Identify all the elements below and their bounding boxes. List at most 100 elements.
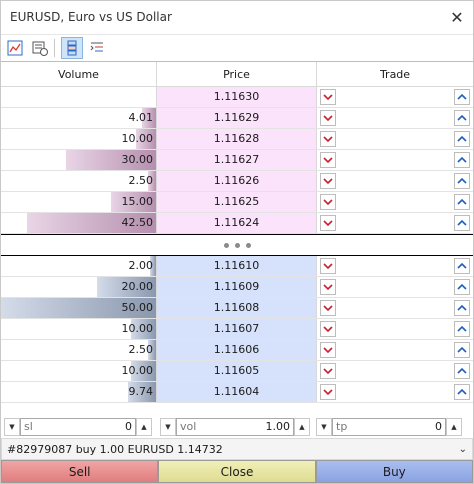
ask-row: 10.00 1.11628 xyxy=(1,129,473,150)
window-title: EURUSD, Euro vs US Dollar xyxy=(10,10,172,24)
volume-value: 10.00 xyxy=(121,364,154,377)
buy-at-price-button[interactable] xyxy=(454,194,470,210)
buy-at-price-button[interactable] xyxy=(454,152,470,168)
volume-value: 10.00 xyxy=(121,322,154,335)
volume-value: 9.74 xyxy=(128,385,154,398)
volume-cell: 9.74 xyxy=(1,382,157,402)
chevron-down-icon[interactable]: ⌄ xyxy=(459,444,467,455)
buy-at-price-button[interactable] xyxy=(454,258,470,274)
spread-dot xyxy=(234,242,240,248)
chevron-down-icon xyxy=(323,178,333,185)
volume-cell: 10.00 xyxy=(1,361,157,381)
bid-row: 10.00 1.11605 xyxy=(1,361,473,382)
volume-value: 2.50 xyxy=(128,343,154,356)
order-book-header: Volume Price Trade xyxy=(1,62,473,87)
bid-row: 2.50 1.11606 xyxy=(1,340,473,361)
buy-at-price-button[interactable] xyxy=(454,131,470,147)
buy-at-price-button[interactable] xyxy=(454,173,470,189)
volume-cell: 15.00 xyxy=(1,192,157,212)
history-icon[interactable] xyxy=(29,37,51,59)
trade-cell xyxy=(317,171,473,191)
chart-icon[interactable] xyxy=(4,37,26,59)
volume-cell: 4.01 xyxy=(1,108,157,128)
bid-row: 2.00 1.11610 xyxy=(1,256,473,277)
volume-cell: 10.00 xyxy=(1,319,157,339)
tp-decrease-button[interactable]: ▼ xyxy=(316,418,332,436)
close-icon[interactable]: ✕ xyxy=(441,1,473,33)
sell-at-price-button[interactable] xyxy=(320,194,336,210)
sell-at-price-button[interactable] xyxy=(320,363,336,379)
chevron-up-icon xyxy=(457,135,467,142)
chevron-down-icon xyxy=(323,136,333,143)
sell-at-price-button[interactable] xyxy=(320,258,336,274)
ask-row: 2.50 1.11626 xyxy=(1,171,473,192)
sell-at-price-button[interactable] xyxy=(320,173,336,189)
buy-at-price-button[interactable] xyxy=(454,342,470,358)
price-cell: 1.11606 xyxy=(157,340,317,360)
chevron-up-icon xyxy=(457,114,467,121)
trade-cell xyxy=(317,129,473,149)
buy-at-price-button[interactable] xyxy=(454,321,470,337)
chevron-up-icon xyxy=(457,367,467,374)
price-cell: 1.11627 xyxy=(157,150,317,170)
buy-at-price-button[interactable] xyxy=(454,384,470,400)
bid-row: 10.00 1.11607 xyxy=(1,319,473,340)
sl-input[interactable]: sl 0 xyxy=(20,418,136,436)
volume-value: 2.50 xyxy=(128,174,154,187)
order-select[interactable]: #82979087 buy 1.00 EURUSD 1.14732 ⌄ xyxy=(1,438,473,460)
chevron-down-icon xyxy=(323,263,333,270)
volume-value: 10.00 xyxy=(121,132,154,145)
tp-value: 0 xyxy=(435,420,442,433)
tp-input[interactable]: tp 0 xyxy=(332,418,446,436)
order-controls: ▼ sl 0 ▲ ▼ vol 1.00 ▲ ▼ tp 0 ▲ xyxy=(1,417,473,437)
chevron-down-icon xyxy=(323,368,333,375)
tp-increase-button[interactable]: ▲ xyxy=(446,418,462,436)
chevron-down-icon xyxy=(323,220,333,227)
sell-at-price-button[interactable] xyxy=(320,215,336,231)
sell-at-price-button[interactable] xyxy=(320,321,336,337)
sell-button[interactable]: Sell xyxy=(1,460,159,483)
chevron-down-icon xyxy=(323,326,333,333)
buy-at-price-button[interactable] xyxy=(454,110,470,126)
chevron-down-icon xyxy=(323,347,333,354)
sl-increase-button[interactable]: ▲ xyxy=(136,418,152,436)
buy-at-price-button[interactable] xyxy=(454,279,470,295)
volume-value: 42.50 xyxy=(121,216,154,229)
price-cell: 1.11608 xyxy=(157,298,317,318)
chevron-up-icon xyxy=(457,93,467,100)
vol-decrease-button[interactable]: ▼ xyxy=(160,418,176,436)
sell-at-price-button[interactable] xyxy=(320,279,336,295)
chevron-up-icon xyxy=(457,283,467,290)
price-cell: 1.11605 xyxy=(157,361,317,381)
chevron-up-icon xyxy=(457,219,467,226)
price-cell: 1.11624 xyxy=(157,213,317,233)
buy-at-price-button[interactable] xyxy=(454,300,470,316)
buy-at-price-button[interactable] xyxy=(454,363,470,379)
price-cell: 1.11629 xyxy=(157,108,317,128)
volume-header: Volume xyxy=(1,62,157,86)
sell-at-price-button[interactable] xyxy=(320,131,336,147)
bid-row: 9.74 1.11604 xyxy=(1,382,473,403)
sell-at-price-button[interactable] xyxy=(320,384,336,400)
settings-list-icon[interactable] xyxy=(86,37,108,59)
sell-at-price-button[interactable] xyxy=(320,152,336,168)
trade-cell xyxy=(317,213,473,233)
sl-decrease-button[interactable]: ▼ xyxy=(4,418,20,436)
sl-placeholder: sl xyxy=(24,420,33,433)
sell-at-price-button[interactable] xyxy=(320,342,336,358)
buy-button[interactable]: Buy xyxy=(315,460,473,483)
sell-at-price-button[interactable] xyxy=(320,300,336,316)
sell-at-price-button[interactable] xyxy=(320,89,336,105)
trade-cell xyxy=(317,298,473,318)
depth-icon[interactable] xyxy=(61,36,83,59)
chevron-up-icon xyxy=(457,346,467,353)
order-select-value: #82979087 buy 1.00 EURUSD 1.14732 xyxy=(7,442,223,456)
close-button[interactable]: Close xyxy=(158,460,316,483)
chevron-down-icon xyxy=(323,94,333,101)
buy-at-price-button[interactable] xyxy=(454,89,470,105)
buy-at-price-button[interactable] xyxy=(454,215,470,231)
vol-input[interactable]: vol 1.00 xyxy=(176,418,294,436)
price-cell: 1.11609 xyxy=(157,277,317,297)
vol-increase-button[interactable]: ▲ xyxy=(294,418,310,436)
sell-at-price-button[interactable] xyxy=(320,110,336,126)
